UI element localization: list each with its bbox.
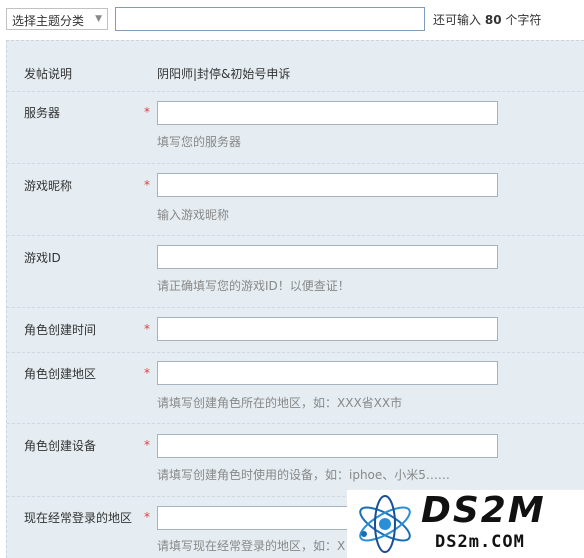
atom-logo-icon [359,495,411,553]
remain-count: 80 [484,13,502,27]
watermark-url: DS2m.COM [435,532,525,552]
form-row-nickname: 游戏昵称 * 输入游戏昵称 [7,164,584,236]
category-select-value: 选择主题分类 [12,14,85,28]
required-mark: * [144,105,150,119]
create-region-input[interactable] [157,361,498,385]
nickname-input[interactable] [157,173,498,197]
watermark: DS2M DS2m.COM [347,490,584,558]
description-value: 阴阳师|封停&初始号申诉 [157,67,291,81]
form-row-create-time: 角色创建时间 * [7,308,584,353]
create-region-hint: 请填写创建角色所在的地区，如：XXX省XX市 [157,396,403,410]
create-time-input[interactable] [157,317,498,341]
required-mark: * [144,178,150,192]
server-label: 服务器 [24,106,61,120]
title-input[interactable] [115,7,425,31]
required-mark: * [144,366,150,380]
char-remaining: 还可输入 80 个字符 [433,11,541,28]
nickname-hint: 输入游戏昵称 [157,208,230,222]
create-device-label: 角色创建设备 [24,439,97,453]
chevron-down-icon: ▼ [95,14,102,24]
topbar: 选择主题分类 ▼ 还可输入 80 个字符 [0,0,584,40]
server-input[interactable] [157,101,498,125]
game-id-label: 游戏ID [24,251,61,265]
game-id-input[interactable] [157,245,498,269]
required-mark: * [144,510,150,524]
watermark-title: DS2M [421,490,546,531]
required-mark: * [144,322,150,336]
create-region-label: 角色创建地区 [24,367,97,381]
required-mark: * [144,438,150,452]
remain-suffix: 个字符 [505,13,542,27]
form-row-create-region: 角色创建地区 * 请填写创建角色所在的地区，如：XXX省XX市 [7,353,584,424]
description-label: 发帖说明 [24,67,73,81]
nickname-label: 游戏昵称 [24,179,73,193]
login-region-label: 现在经常登录的地区 [24,511,133,525]
form-row-description: 发帖说明 阴阳师|封停&初始号申诉 [7,41,584,92]
form-panel: 发帖说明 阴阳师|封停&初始号申诉 服务器 * 填写您的服务器 游戏昵称 * 输… [6,40,584,558]
form-row-server: 服务器 * 填写您的服务器 [7,92,584,164]
remain-prefix: 还可输入 [433,13,482,27]
create-device-input[interactable] [157,434,498,458]
form-row-game-id: 游戏ID 请正确填写您的游戏ID！以便查证！ [7,236,584,308]
create-device-hint: 请填写创建角色时使用的设备，如：iphoe、小米5…… [157,468,450,482]
game-id-hint: 请正确填写您的游戏ID！以便查证！ [157,279,350,293]
form-row-create-device: 角色创建设备 * 请填写创建角色时使用的设备，如：iphoe、小米5…… [7,424,584,497]
category-select[interactable]: 选择主题分类 ▼ [6,8,108,30]
server-hint: 填写您的服务器 [157,135,242,149]
create-time-label: 角色创建时间 [24,323,97,337]
login-region-hint: 请填写现在经常登录的地区，如：X [157,539,346,553]
